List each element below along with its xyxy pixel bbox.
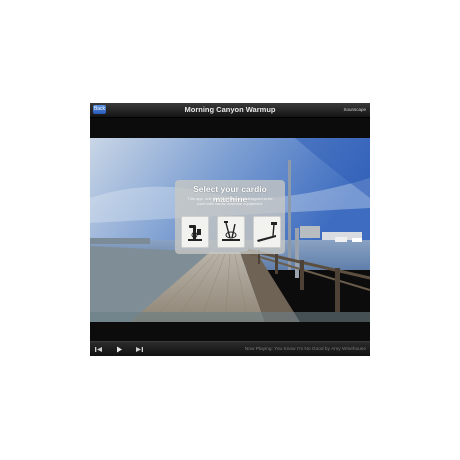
title-bar: Back Morning Canyon Warmup Sounscape [90, 103, 370, 118]
next-track-icon[interactable] [134, 345, 144, 354]
now-playing-text: Now Playing: You Know I'm No Good by Amy… [244, 347, 366, 352]
treadmill-button[interactable] [253, 216, 281, 248]
soundscape-button[interactable]: Sounscape [343, 103, 366, 117]
previous-track-icon[interactable] [94, 345, 104, 354]
video-scene: Select your cardio machine This app, one… [90, 138, 370, 322]
elliptical-icon [222, 221, 240, 241]
machine-selector: Select your cardio machine This app, one… [175, 180, 285, 254]
player-controls: Now Playing: You Know I'm No Good by Amy… [90, 341, 370, 356]
exercise-bike-button[interactable] [181, 216, 209, 248]
elliptical-button[interactable] [217, 216, 245, 248]
treadmill-icon [257, 222, 277, 242]
exercise-bike-icon [188, 225, 202, 241]
page-title: Morning Canyon Warmup [184, 105, 276, 114]
selector-description: This app, one of BitGym apps, is designe… [187, 196, 273, 206]
play-icon[interactable] [114, 345, 124, 354]
app-window: Back Morning Canyon Warmup Sounscape Sel… [90, 103, 370, 356]
